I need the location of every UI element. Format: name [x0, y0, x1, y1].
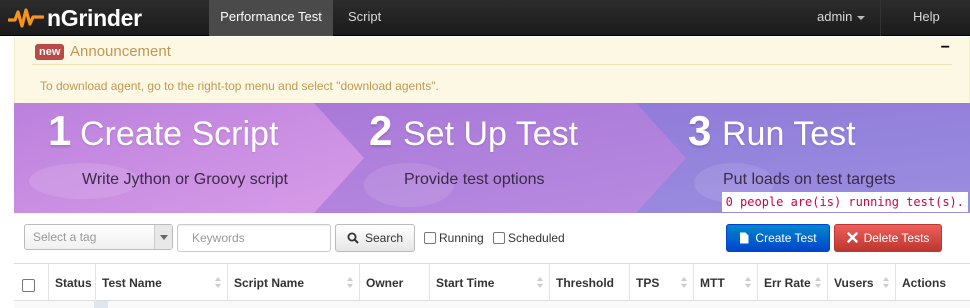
collapse-button[interactable]: − — [941, 39, 950, 57]
column-threshold[interactable]: Threshold — [549, 264, 629, 302]
column-test-name[interactable]: Test Name — [95, 264, 227, 302]
step-1-subtitle: Write Jython or Groovy script — [82, 171, 288, 188]
remove-icon — [846, 232, 858, 244]
step-3-subtitle: Put loads on test targets — [723, 171, 896, 188]
row-thumbnail — [94, 301, 108, 308]
column-tps-label: TPS — [636, 276, 660, 290]
scheduled-filter[interactable]: Scheduled — [493, 231, 565, 245]
running-checkbox[interactable] — [424, 232, 436, 244]
column-actions: Actions — [895, 264, 970, 302]
nav-performance-test[interactable]: Performance Test — [209, 0, 333, 36]
nav-help[interactable]: Help — [913, 0, 940, 36]
step-3-title: Run Test — [722, 115, 856, 153]
column-mtt[interactable]: MTT — [693, 264, 757, 302]
column-status[interactable]: Status — [48, 264, 95, 302]
announcement-header: new Announcement − — [32, 37, 952, 65]
top-navbar: nGrinder Performance Test Script admin H… — [0, 0, 970, 36]
new-badge: new — [35, 44, 65, 60]
column-tps[interactable]: TPS — [629, 264, 693, 302]
select-all-header — [14, 264, 48, 302]
search-icon — [347, 232, 359, 244]
scheduled-checkbox[interactable] — [493, 232, 505, 244]
step-1-title: Create Script — [80, 115, 279, 153]
brand-name: nGrinder — [47, 4, 142, 31]
step-1-number: 1 — [48, 107, 72, 154]
test-table-header: Status Test Name Script Name Owner Start… — [14, 263, 970, 302]
user-name: admin — [817, 9, 853, 24]
create-test-button[interactable]: Create Test — [726, 224, 830, 252]
tag-select[interactable]: Select a tag — [24, 224, 173, 250]
nav-script[interactable]: Script — [348, 0, 381, 36]
announcement-text: To download agent, go to the right-top m… — [40, 79, 439, 93]
column-owner[interactable]: Owner — [359, 264, 429, 302]
column-vusers-label: Vusers — [834, 276, 874, 290]
file-icon — [740, 232, 749, 244]
column-vusers[interactable]: Vusers — [827, 264, 895, 302]
column-start-time[interactable]: Start Time — [429, 264, 549, 302]
column-mtt-label: MTT — [700, 276, 725, 290]
step-2-number: 2 — [369, 107, 393, 154]
dropdown-arrow-icon[interactable] — [154, 225, 172, 249]
column-start-time-label: Start Time — [436, 276, 495, 290]
caret-down-icon — [857, 15, 866, 20]
sort-icon — [745, 277, 751, 289]
search-button-label: Search — [364, 231, 404, 245]
step-2-title: Set Up Test — [403, 115, 579, 153]
sort-icon — [537, 277, 543, 289]
column-script-name[interactable]: Script Name — [227, 264, 359, 302]
running-label: Running — [439, 231, 484, 245]
search-button[interactable]: Search — [335, 224, 415, 252]
test-list-toolbar: Select a tag Search Running Scheduled Cr… — [14, 213, 970, 263]
getting-started-banner: 1 Create Script Write Jython or Groovy s… — [14, 103, 970, 213]
sort-icon — [215, 277, 221, 289]
column-err-rate[interactable]: Err Rate — [757, 264, 827, 302]
running-filter[interactable]: Running — [424, 231, 484, 245]
column-err-rate-label: Err Rate — [764, 276, 811, 290]
step-3-number: 3 — [688, 107, 712, 154]
step-2-subtitle: Provide test options — [404, 171, 545, 188]
scheduled-label: Scheduled — [508, 231, 565, 245]
column-test-name-label: Test Name — [102, 276, 162, 290]
user-menu[interactable]: admin — [817, 0, 866, 36]
ngrinder-logo-icon — [8, 8, 44, 28]
running-test-count: 0 people are(is) running test(s). — [721, 192, 968, 212]
sort-icon — [883, 277, 889, 289]
select-all-checkbox[interactable] — [22, 279, 35, 292]
delete-tests-button[interactable]: Delete Tests — [834, 224, 942, 252]
brand[interactable]: nGrinder — [8, 3, 142, 33]
delete-tests-label: Delete Tests — [863, 231, 930, 245]
sort-icon — [681, 277, 687, 289]
sort-icon — [347, 277, 353, 289]
create-test-label: Create Test — [755, 231, 817, 245]
announcement-panel: new Announcement − To download agent, go… — [14, 37, 970, 103]
announcement-title: Announcement — [70, 43, 171, 60]
keyword-search-input[interactable] — [177, 224, 331, 252]
tag-select-placeholder: Select a tag — [33, 230, 97, 244]
nav-divider — [880, 0, 881, 36]
table-row — [14, 301, 970, 308]
column-script-name-label: Script Name — [234, 276, 305, 290]
sort-icon — [815, 277, 821, 289]
